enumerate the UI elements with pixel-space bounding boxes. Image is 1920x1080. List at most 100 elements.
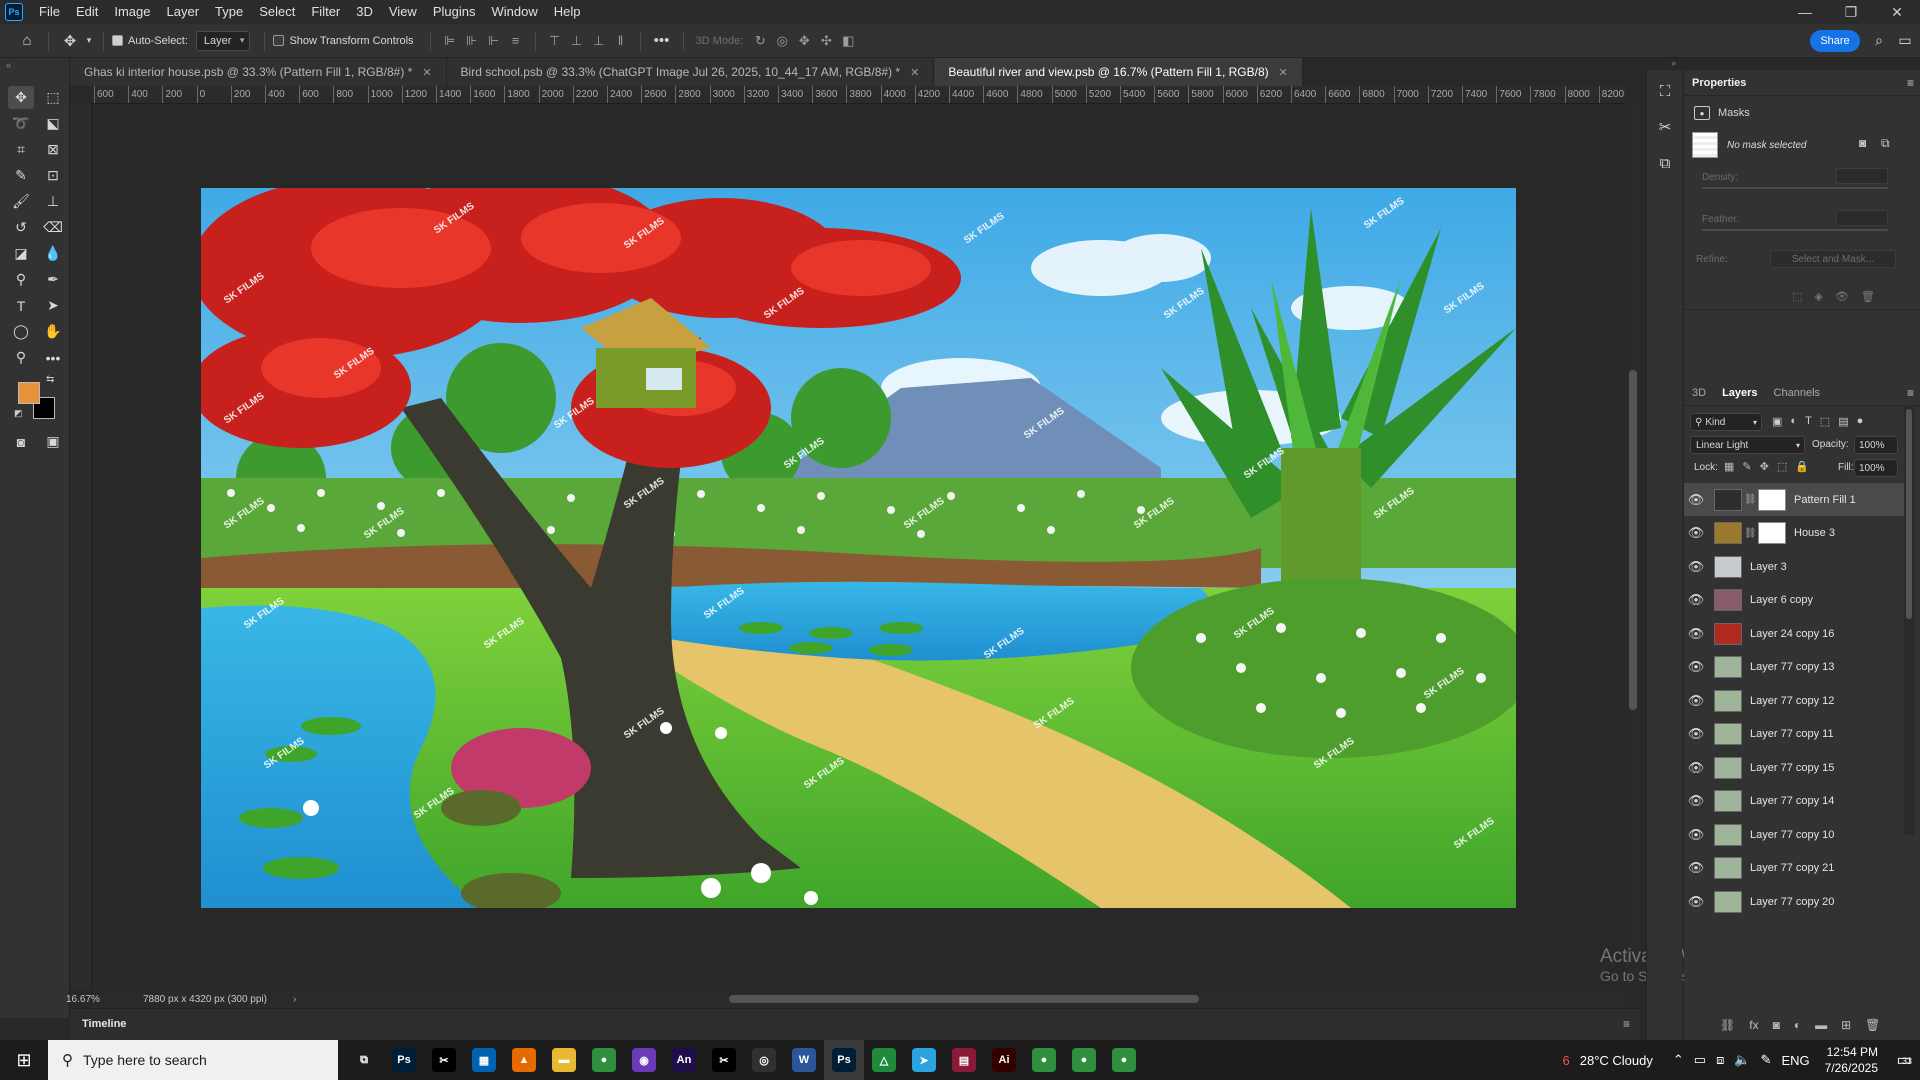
layer-row[interactable]: 👁 Layer 77 copy 20 [1684,885,1904,918]
lock-image-icon[interactable]: ✎ [1742,460,1751,473]
collapse-icon[interactable]: « [6,60,11,70]
vertical-scrollbar[interactable] [1626,104,1640,990]
layer-mask-thumbnail[interactable] [1758,488,1786,511]
chevron-down-icon[interactable]: ▾ [83,28,95,54]
speaker-icon[interactable]: 🔈 [1729,1052,1755,1068]
filter-toggle-icon[interactable]: ● [1857,415,1864,428]
eraser-tool-icon[interactable]: ⌫ [40,216,66,239]
layer-row[interactable]: 👁 Layer 77 copy 11 [1684,718,1904,751]
share-button[interactable]: Share [1810,30,1860,52]
visibility-icon[interactable]: 👁 [1684,793,1708,809]
taskbar-app-telegram[interactable]: ➤ [904,1040,944,1080]
layer-row[interactable]: 👁 Layer 77 copy 13 [1684,651,1904,684]
load-selection-icon[interactable]: ⬚ [1792,290,1802,303]
layers-scrollbar[interactable] [1904,405,1914,835]
more-tools-icon[interactable]: ••• [40,346,66,369]
type-tool-icon[interactable]: T [8,294,34,317]
link-layers-icon[interactable]: ⛓ [1720,1018,1735,1032]
taskbar-app-firefox[interactable]: ◉ [624,1040,664,1080]
quick-mask-icon[interactable]: ◙ [8,430,34,453]
search-icon[interactable]: ⌕ [1868,29,1890,51]
visibility-icon[interactable]: 👁 [1684,592,1708,608]
3d-slide-icon[interactable]: ✣ [815,31,837,51]
close-icon[interactable]: ✕ [1874,0,1920,24]
language-indicator[interactable]: ENG [1776,1053,1814,1068]
taskbar-app-chrome-4[interactable]: ● [1104,1040,1144,1080]
3d-orbit-icon[interactable]: ↻ [749,31,771,51]
layer-row[interactable]: 👁 ⛓ House 3 [1684,517,1904,550]
taskbar-app-file-explorer[interactable]: ▬ [544,1040,584,1080]
layer-mask-thumbnail[interactable] [1758,522,1786,544]
opacity-field[interactable]: 100% [1854,436,1898,454]
network-icon[interactable]: ▭ [1689,1052,1711,1068]
workspace-icon[interactable]: ▭ [1894,29,1916,51]
select-and-mask-button[interactable]: Select and Mask... [1770,250,1896,268]
taskbar-app-store[interactable]: ▦ [464,1040,504,1080]
align-middle-icon[interactable]: ⊥ [566,31,588,51]
patch-tool-icon[interactable]: ⊡ [40,164,66,187]
scrollbar-thumb[interactable] [729,995,1199,1003]
chevron-right-icon[interactable]: › [293,994,296,1005]
notification-icon[interactable]: ▭ 33 [1888,1050,1920,1070]
delete-layer-icon[interactable]: 🗑 [1865,1018,1880,1032]
history-icon[interactable]: ⧉ [1654,152,1676,174]
tab-3d[interactable]: 3D [1684,380,1714,406]
path-select-icon[interactable]: ➤ [40,294,66,317]
visibility-icon[interactable]: 👁 [1835,290,1849,303]
close-tab-icon[interactable]: ✕ [422,66,431,79]
document-tab[interactable]: Beautiful river and view.psb @ 16.7% (Pa… [934,58,1303,86]
add-mask-icon[interactable]: ◙ [1773,1018,1780,1032]
scrollbar-thumb[interactable] [1629,370,1637,710]
filter-adjustment-icon[interactable]: ◐ [1790,415,1797,428]
eyedropper-tool-icon[interactable]: ✎ [8,164,34,187]
lock-artboard-icon[interactable]: ⬚ [1777,460,1787,473]
crop-tool-icon[interactable]: ⌗ [8,138,34,161]
layer-row[interactable]: 👁 Layer 77 copy 21 [1684,852,1904,885]
object-select-tool-icon[interactable]: ⬕ [40,112,66,135]
fill-field[interactable]: 100% [1854,459,1898,477]
layer-row[interactable]: 👁 Layer 6 copy [1684,584,1904,617]
dodge-tool-icon[interactable]: ⚲ [8,268,34,291]
taskbar-search-box[interactable]: ⚲ Type here to search [48,1040,338,1080]
menu-plugins[interactable]: Plugins [425,0,484,24]
chevron-up-icon[interactable]: ⌃ [1668,1052,1689,1068]
show-transform-controls-checkbox[interactable]: Show Transform Controls [273,35,414,47]
document-tab[interactable]: Bird school.psb @ 33.3% (ChatGPT Image J… [446,58,935,86]
paint-bucket-icon[interactable]: ◪ [8,242,34,265]
taskbar-app-google-drive[interactable]: △ [864,1040,904,1080]
lock-transparent-icon[interactable]: ▦ [1724,460,1734,473]
3d-roll-icon[interactable]: ◎ [771,31,793,51]
visibility-icon[interactable]: 👁 [1684,894,1708,910]
feather-slider[interactable] [1702,229,1888,231]
weather-status[interactable]: 28°C Cloudy [1575,1053,1658,1068]
foreground-color-swatch[interactable] [18,382,40,404]
brush-tool-icon[interactable]: 🖌 [8,190,34,213]
layer-row[interactable]: 👁 Layer 77 copy 15 [1684,751,1904,784]
menu-image[interactable]: Image [106,0,158,24]
visibility-icon[interactable]: 👁 [1684,659,1708,675]
screen-mode-icon[interactable]: ▣ [40,430,66,453]
menu-type[interactable]: Type [207,0,251,24]
pen-icon[interactable]: ✎ [1756,1052,1777,1068]
adjustment-layer-icon[interactable]: ◐ [1794,1018,1801,1032]
taskbar-app-illustrator[interactable]: Ai [984,1040,1024,1080]
lasso-tool-icon[interactable]: ➰ [8,112,34,135]
tab-channels[interactable]: Channels [1766,380,1828,406]
move-tool-icon[interactable]: ✥ [57,28,83,54]
density-field[interactable] [1836,168,1888,184]
pen-tool-icon[interactable]: ✒ [40,268,66,291]
align-left-icon[interactable]: ⊫ [439,31,461,51]
layer-filter-dropdown[interactable]: ⚲ Kind ▾ [1690,413,1762,431]
density-slider[interactable] [1702,187,1888,189]
menu-select[interactable]: Select [251,0,303,24]
layer-row[interactable]: 👁 Layer 77 copy 10 [1684,818,1904,851]
layer-style-icon[interactable]: fx [1749,1018,1758,1032]
menu-filter[interactable]: Filter [303,0,348,24]
zoom-level[interactable]: 16.67% [66,994,118,1005]
taskbar-app-winrar[interactable]: ▤ [944,1040,984,1080]
scrollbar-thumb[interactable] [1906,409,1912,619]
ellipse-tool-icon[interactable]: ◯ [8,320,34,343]
history-brush-icon[interactable]: ↺ [8,216,34,239]
panel-menu-icon[interactable]: ≡ [1623,1017,1630,1031]
lock-all-icon[interactable]: 🔒 [1795,460,1809,473]
